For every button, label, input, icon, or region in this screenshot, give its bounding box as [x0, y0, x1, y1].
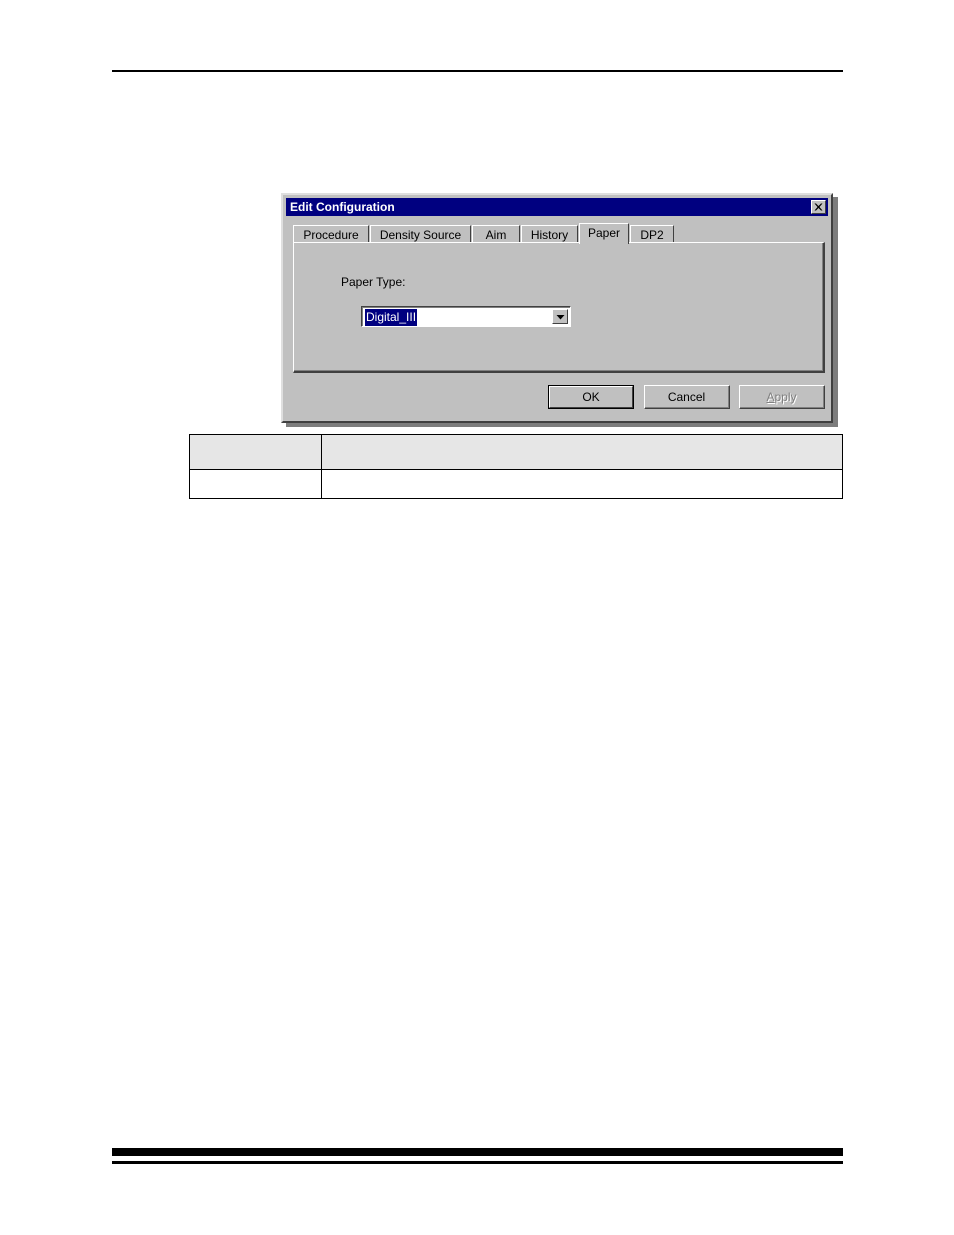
page-header-rule — [112, 70, 843, 72]
paper-type-dropdown-button[interactable] — [552, 309, 568, 324]
apply-button: Apply — [739, 385, 825, 409]
ok-button[interactable]: OK — [548, 385, 634, 409]
dialog-title: Edit Configuration — [290, 200, 395, 214]
paper-type-combobox[interactable]: Digital_III — [361, 306, 571, 327]
cell-text — [322, 435, 842, 443]
tab-label: Procedure — [303, 227, 359, 242]
tab-dp2[interactable]: DP2 — [630, 225, 674, 243]
tab-label: Aim — [485, 227, 507, 242]
edit-configuration-dialog: Edit Configuration Paper Type: Digital_I… — [281, 193, 833, 423]
page-footer-bar — [112, 1148, 843, 1156]
close-button[interactable] — [811, 200, 826, 214]
tab-label: DP2 — [640, 227, 664, 242]
table-body-cell-1 — [189, 469, 322, 499]
cell-text — [190, 470, 321, 478]
ok-button-label: OK — [549, 386, 633, 408]
tab-panel-paper: Paper Type: Digital_III — [293, 242, 825, 373]
table-header-row — [189, 434, 843, 470]
page-footer-rule — [112, 1161, 843, 1164]
tab-history[interactable]: History — [521, 225, 578, 243]
tab-label: Density Source — [379, 227, 462, 242]
tab-label: History — [530, 227, 569, 242]
tab-procedure[interactable]: Procedure — [293, 225, 369, 243]
apply-rest: pply — [774, 389, 797, 404]
dialog-titlebar[interactable]: Edit Configuration — [286, 198, 828, 216]
table-body-cell-2 — [321, 469, 843, 499]
chevron-down-icon — [556, 314, 565, 320]
cancel-button-label: Cancel — [645, 386, 729, 408]
table-header-cell-1 — [189, 434, 322, 470]
paper-type-label: Paper Type: — [341, 275, 406, 289]
cell-text — [322, 470, 842, 478]
paper-type-combobox-inner: Digital_III — [362, 307, 570, 326]
tab-aim[interactable]: Aim — [472, 225, 520, 243]
paper-type-value: Digital_III — [365, 308, 418, 326]
tab-density-source[interactable]: Density Source — [370, 225, 471, 243]
apply-accelerator: A — [766, 389, 775, 404]
tab-panel-inner: Paper Type: Digital_III — [294, 243, 823, 371]
table-row — [189, 469, 843, 499]
tab-label: Paper — [587, 226, 621, 240]
cell-text — [190, 435, 321, 443]
cancel-button[interactable]: Cancel — [644, 385, 730, 409]
apply-button-label: Apply — [740, 386, 824, 408]
tab-paper[interactable]: Paper — [579, 223, 629, 244]
close-x-icon — [814, 203, 823, 211]
document-table — [189, 434, 843, 499]
tabstrip: Procedure Density Source Aim History Pap… — [293, 223, 825, 244]
table-header-cell-2 — [321, 434, 843, 470]
